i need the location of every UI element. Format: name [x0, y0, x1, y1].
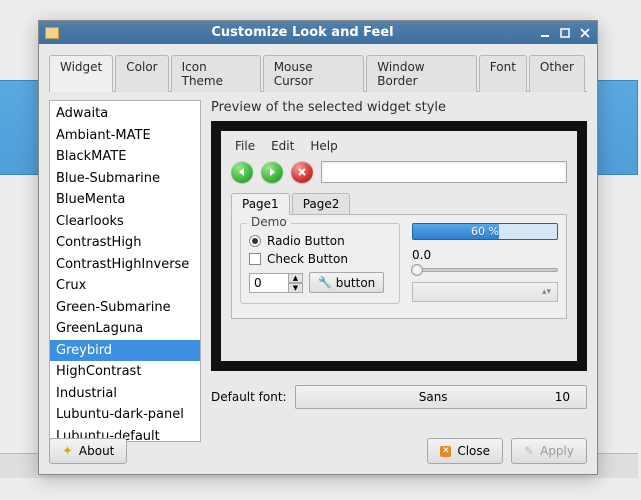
slider-thumb[interactable]: [411, 264, 423, 276]
maximize-button[interactable]: [558, 26, 571, 39]
close-icon: ✕: [440, 446, 451, 457]
list-item[interactable]: ContrastHigh: [50, 232, 200, 254]
list-item[interactable]: Clearlooks: [50, 211, 200, 233]
list-item[interactable]: Ambiant-MATE: [50, 125, 200, 147]
preview-menubar: File Edit Help: [231, 137, 567, 159]
menu-help[interactable]: Help: [310, 139, 337, 153]
radio-button[interactable]: [249, 235, 261, 247]
demo-frame-label: Demo: [247, 215, 291, 229]
list-item[interactable]: Crux: [50, 275, 200, 297]
dialog-window: Customize Look and Feel WidgetColorIcon …: [38, 20, 598, 475]
close-button[interactable]: [578, 26, 591, 39]
spin-input[interactable]: [249, 273, 289, 293]
tab-font[interactable]: Font: [479, 55, 527, 92]
list-item[interactable]: HighContrast: [50, 361, 200, 383]
app-icon: [45, 27, 59, 39]
apply-button[interactable]: ✎ Apply: [511, 438, 587, 464]
list-item[interactable]: Industrial: [50, 383, 200, 405]
tab-window-border[interactable]: Window Border: [366, 55, 476, 92]
stop-icon[interactable]: [291, 161, 313, 183]
list-item[interactable]: Lubuntu-dark-panel: [50, 404, 200, 426]
apply-icon: ✎: [524, 444, 534, 458]
progress-bar: 60 %: [412, 223, 558, 240]
wrench-icon: 🔧: [318, 276, 332, 289]
preview-text-entry[interactable]: [321, 161, 567, 183]
slider-value-label: 0.0: [412, 248, 558, 262]
check-button[interactable]: [249, 253, 261, 265]
list-item[interactable]: Green-Submarine: [50, 297, 200, 319]
list-item[interactable]: Greybird: [50, 340, 200, 362]
list-item[interactable]: ContrastHighInverse: [50, 254, 200, 276]
menu-edit[interactable]: Edit: [271, 139, 294, 153]
combo-box[interactable]: ▴▾: [412, 282, 558, 302]
list-item[interactable]: BlueMenta: [50, 189, 200, 211]
forward-icon[interactable]: [261, 161, 283, 183]
list-item[interactable]: Blue-Submarine: [50, 168, 200, 190]
close-dialog-button[interactable]: ✕ Close: [427, 438, 503, 464]
list-item[interactable]: BlackMATE: [50, 146, 200, 168]
preview-button[interactable]: 🔧 button: [309, 272, 384, 293]
demo-frame: Demo Radio Button Check Button: [240, 223, 400, 304]
list-item[interactable]: GreenLaguna: [50, 318, 200, 340]
check-label: Check Button: [267, 252, 348, 266]
tab-icon-theme[interactable]: Icon Theme: [171, 55, 261, 92]
about-button[interactable]: ✦ About: [49, 438, 127, 464]
tab-widget[interactable]: Widget: [49, 55, 113, 92]
spin-up-icon[interactable]: ▲: [289, 273, 303, 283]
tab-color[interactable]: Color: [115, 55, 168, 92]
list-item[interactable]: Adwaita: [50, 103, 200, 125]
preview-box: File Edit Help Page1 Page2: [211, 121, 587, 371]
titlebar[interactable]: Customize Look and Feel: [39, 21, 597, 44]
default-font-label: Default font:: [211, 390, 287, 404]
default-font-button[interactable]: Sans 10: [295, 385, 587, 409]
tab-mouse-cursor[interactable]: Mouse Cursor: [263, 55, 365, 92]
spin-down-icon[interactable]: ▼: [289, 283, 303, 293]
preview-tab-page2[interactable]: Page2: [292, 193, 351, 215]
theme-list[interactable]: AdwaitaAmbiant-MATEBlackMATEBlue-Submari…: [49, 100, 201, 442]
tab-other[interactable]: Other: [529, 55, 585, 92]
back-icon[interactable]: [231, 161, 253, 183]
preview-label: Preview of the selected widget style: [211, 100, 587, 115]
slider[interactable]: [412, 268, 558, 272]
main-tabbar: WidgetColorIcon ThemeMouse CursorWindow …: [49, 54, 587, 92]
spin-button[interactable]: ▲ ▼: [249, 273, 303, 293]
preview-tab-page1[interactable]: Page1: [231, 193, 290, 215]
about-icon: ✦: [62, 444, 73, 459]
radio-label: Radio Button: [267, 234, 345, 248]
window-title: Customize Look and Feel: [67, 25, 538, 40]
menu-file[interactable]: File: [235, 139, 255, 153]
minimize-button[interactable]: [538, 26, 551, 39]
